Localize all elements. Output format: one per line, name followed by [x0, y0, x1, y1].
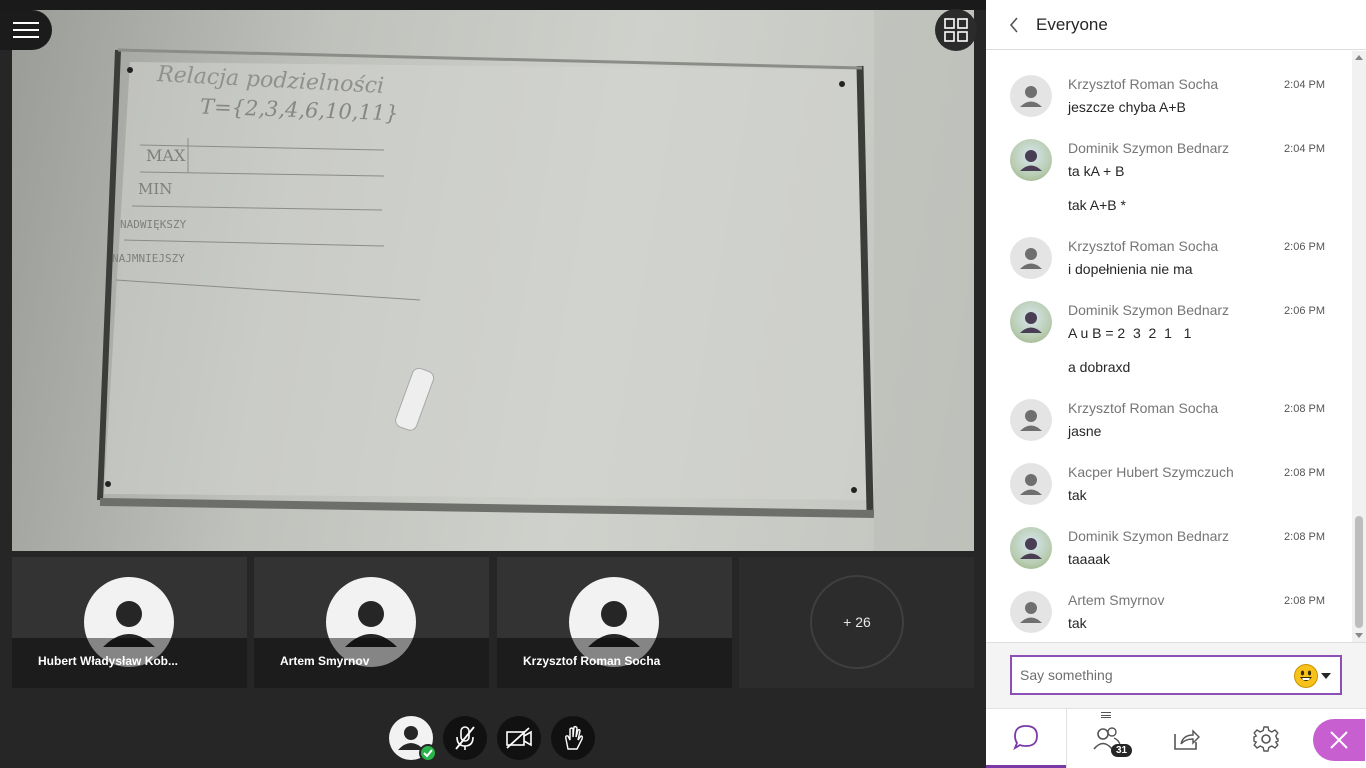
- chat-message-list[interactable]: Krzysztof Roman Socha 2:04 PM jeszcze chyb…: [986, 51, 1352, 642]
- message-timestamp: 2:08 PM: [1284, 531, 1325, 543]
- person-icon: [1020, 86, 1042, 107]
- tab-attendees[interactable]: 31: [1066, 709, 1146, 768]
- whiteboard-row-max: MAX: [146, 146, 186, 165]
- close-panel-button[interactable]: [1313, 719, 1365, 761]
- message-author: Dominik Szymon Bednarz: [1068, 302, 1230, 318]
- hamburger-menu-icon: [13, 22, 39, 38]
- panel-header: Everyone: [986, 0, 1366, 50]
- layout-toggle-button[interactable]: [935, 9, 977, 51]
- participant-tile[interactable]: Hubert Władysław Kob...: [12, 557, 247, 688]
- raise-hand-icon: [565, 725, 584, 750]
- attendee-count-badge: 31: [1111, 744, 1133, 757]
- message-text: jasne: [1068, 423, 1102, 439]
- avatar[interactable]: [1010, 237, 1052, 279]
- tab-share-content[interactable]: [1146, 709, 1226, 768]
- message-text: A u B = 2 3 2 1 1: [1068, 325, 1192, 341]
- whiteboard-row-min: MIN: [138, 180, 173, 198]
- chat-bubble-icon: [1013, 725, 1038, 751]
- message-timestamp: 2:04 PM: [1284, 79, 1325, 91]
- message-text: i dopełnienia nie ma: [1068, 261, 1193, 277]
- share-content-icon: [1174, 729, 1200, 750]
- microphone-toggle-button[interactable]: [443, 716, 487, 760]
- message-timestamp: 2:08 PM: [1284, 595, 1325, 607]
- person-icon: [1020, 602, 1042, 623]
- session-controls: [389, 716, 595, 762]
- message-text: taaaak: [1068, 551, 1111, 567]
- profile-photo-icon: [1020, 312, 1042, 333]
- profile-photo-icon: [1020, 150, 1042, 171]
- scroll-up-arrow-icon[interactable]: [1355, 55, 1363, 60]
- chat-composer: [986, 642, 1366, 708]
- scroll-down-arrow-icon[interactable]: [1355, 633, 1363, 638]
- message-text: ta kA + B: [1068, 163, 1125, 179]
- chat-panel: Everyone Krzysztof Roman Socha 2:04 PM jes…: [986, 0, 1366, 768]
- message-author: Kacper Hubert Szymczuch: [1068, 464, 1234, 480]
- message-text: tak: [1068, 615, 1087, 631]
- message-timestamp: 2:06 PM: [1284, 241, 1325, 253]
- whiteboard-video-frame: [97, 10, 974, 551]
- person-icon: [1020, 410, 1042, 431]
- more-participants-tile: + 26: [739, 557, 974, 688]
- avatar[interactable]: [1010, 463, 1052, 505]
- person-icon: [1020, 474, 1042, 495]
- avatar[interactable]: [1010, 591, 1052, 633]
- avatar[interactable]: [1010, 527, 1052, 569]
- main-menu-button[interactable]: [0, 10, 52, 50]
- message-author: Krzysztof Roman Socha: [1068, 400, 1219, 416]
- message-text: a dobraxd: [1068, 359, 1131, 375]
- camera-off-icon: [506, 727, 532, 749]
- avatar[interactable]: [1010, 139, 1052, 181]
- message-author: Dominik Szymon Bednarz: [1068, 140, 1230, 156]
- message-timestamp: 2:08 PM: [1284, 403, 1325, 415]
- avatar[interactable]: [1010, 399, 1052, 441]
- message-text: jeszcze chyba A+B: [1068, 99, 1186, 115]
- scroll-thumb[interactable]: [1355, 516, 1363, 628]
- avatar[interactable]: [1010, 301, 1052, 343]
- presenter-video: Relacja podzielności T={2,3,4,6,10,11} M…: [12, 10, 974, 551]
- message-author: Krzysztof Roman Socha: [1068, 238, 1219, 254]
- participant-name: Krzysztof Roman Socha: [523, 654, 661, 668]
- stage-top-bar: [0, 0, 986, 10]
- online-status-check-icon: [419, 744, 437, 762]
- message-timestamp: 2:06 PM: [1284, 305, 1325, 317]
- message-author: Krzysztof Roman Socha: [1068, 76, 1219, 92]
- message-timestamp: 2:08 PM: [1284, 467, 1325, 479]
- whiteboard-row-largest: NADWIĘKSZY: [120, 218, 187, 231]
- participant-name: Artem Smyrnov: [280, 654, 370, 668]
- panel-navigation: 31: [986, 708, 1366, 768]
- more-participants-button[interactable]: + 26: [810, 575, 904, 669]
- profile-photo-icon: [1020, 538, 1042, 559]
- raise-hand-button[interactable]: [551, 716, 595, 760]
- message-author: Dominik Szymon Bednarz: [1068, 528, 1230, 544]
- chevron-left-icon: [1009, 16, 1018, 33]
- participant-name: Hubert Władysław Kob...: [38, 654, 179, 668]
- back-button[interactable]: [994, 0, 1034, 50]
- participant-tile[interactable]: Krzysztof Roman Socha: [497, 557, 732, 688]
- gear-icon: [1253, 726, 1279, 752]
- chat-message-input[interactable]: [1010, 655, 1342, 695]
- message-author: Artem Smyrnov: [1068, 592, 1165, 608]
- whiteboard-row-smallest: NAJMNIEJSZY: [112, 252, 185, 265]
- avatar[interactable]: [1010, 75, 1052, 117]
- message-text: tak: [1068, 487, 1087, 503]
- chat-scrollbar[interactable]: [1352, 51, 1366, 642]
- emoji-dropdown-caret-icon[interactable]: [1321, 673, 1331, 679]
- page-title: Everyone: [1036, 14, 1108, 34]
- tab-chat[interactable]: [986, 709, 1066, 768]
- microphone-muted-icon: [455, 726, 475, 750]
- camera-toggle-button[interactable]: [497, 716, 541, 760]
- close-icon: [1330, 731, 1348, 749]
- tab-settings[interactable]: [1226, 709, 1306, 768]
- person-icon: [1020, 248, 1042, 269]
- my-status-button[interactable]: [389, 716, 437, 762]
- participant-tile[interactable]: Artem Smyrnov: [254, 557, 489, 688]
- main-stage: Relacja podzielności T={2,3,4,6,10,11} M…: [0, 0, 986, 768]
- smiley-emoji-icon: [1300, 670, 1312, 681]
- message-timestamp: 2:04 PM: [1284, 143, 1325, 155]
- message-text: tak A+B *: [1068, 197, 1126, 213]
- grid-layout-icon: [944, 18, 968, 42]
- emoji-picker-button[interactable]: [1294, 664, 1318, 688]
